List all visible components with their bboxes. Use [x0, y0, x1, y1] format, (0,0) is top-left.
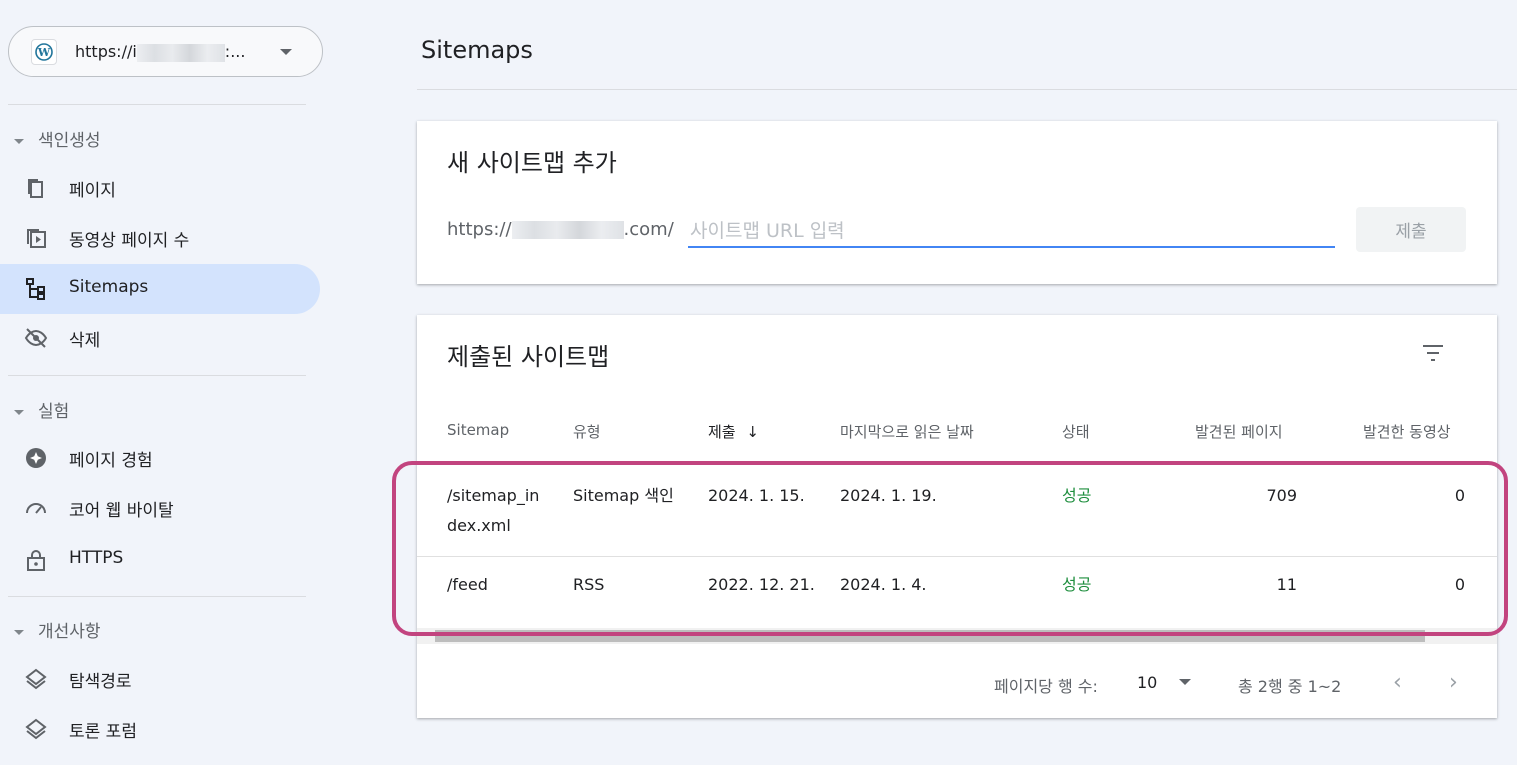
- sidebar-item-label: HTTPS: [69, 548, 124, 568]
- column-header-discovered-videos[interactable]: 발견한 동영상: [1363, 421, 1451, 442]
- sidebar-item-label: 동영상 페이지 수: [69, 231, 190, 251]
- sidebar-item-discussion-forum[interactable]: 토론 포럼: [0, 704, 320, 754]
- page-experience-icon: [26, 448, 46, 468]
- column-header-type[interactable]: 유형: [573, 421, 601, 442]
- layers-icon: [25, 668, 47, 690]
- sidebar-item-label: Sitemaps: [69, 277, 149, 297]
- scrollbar-thumb[interactable]: [435, 630, 1425, 642]
- cell-status: 성공: [1062, 486, 1092, 505]
- sidebar-item-video-pages[interactable]: 동영상 페이지 수: [0, 213, 320, 263]
- sidebar-item-core-web-vitals[interactable]: 코어 웹 바이탈: [0, 483, 320, 533]
- sidebar-item-label: 토론 포럼: [69, 722, 137, 742]
- cell-last-read: 2024. 1. 19.: [840, 486, 937, 505]
- cell-discovered-pages: 709: [1266, 486, 1297, 505]
- cell-submitted: 2022. 12. 21.: [708, 575, 815, 594]
- cell-last-read: 2024. 1. 4.: [840, 575, 927, 594]
- sidebar-item-page-experience[interactable]: 페이지 경험: [0, 433, 320, 483]
- divider: [8, 104, 306, 105]
- collapse-icon: [14, 629, 24, 635]
- divider: [8, 375, 306, 376]
- property-selector[interactable]: W https://i:...: [8, 26, 323, 77]
- svg-text:W: W: [37, 46, 51, 59]
- submitted-sitemaps-card: 제출된 사이트맵 Sitemap 유형 제출 ↓ 마지막으로 읽은 날짜 상태 …: [417, 315, 1497, 718]
- divider: [417, 89, 1517, 90]
- rows-per-page-label: 페이지당 행 수:: [994, 677, 1098, 696]
- cell-status: 성공: [1062, 575, 1092, 594]
- cell-type: RSS: [573, 575, 605, 594]
- add-sitemap-card: 새 사이트맵 추가 https://.com/ 제출: [417, 121, 1497, 284]
- collapse-icon: [14, 409, 24, 415]
- cell-submitted: 2024. 1. 15.: [708, 486, 805, 505]
- sort-arrow-icon: ↓: [746, 423, 759, 441]
- rows-per-page-select[interactable]: 10: [1137, 673, 1157, 692]
- filter-icon[interactable]: [1421, 343, 1445, 363]
- sidebar-item-label: 코어 웹 바이탈: [69, 501, 174, 521]
- cell-type: Sitemap 색인: [573, 486, 674, 505]
- page-title: Sitemaps: [421, 36, 533, 64]
- sidebar-item-sitemaps[interactable]: Sitemaps: [0, 264, 320, 314]
- column-header-sitemap[interactable]: Sitemap: [447, 421, 509, 439]
- cell-sitemap: /feed: [447, 575, 488, 594]
- prev-page-icon[interactable]: ‹: [1393, 670, 1402, 695]
- eye-off-icon: [24, 328, 48, 348]
- section-experience[interactable]: 실험: [14, 397, 69, 422]
- chevron-down-icon[interactable]: [280, 49, 292, 55]
- video-pages-icon: [27, 229, 46, 248]
- sitemap-url-prefix: https://.com/: [447, 219, 674, 240]
- submit-button[interactable]: 제출: [1356, 207, 1466, 252]
- sidebar-item-label: 탐색경로: [69, 672, 132, 692]
- divider: [8, 596, 306, 597]
- column-header-submitted[interactable]: 제출 ↓: [708, 421, 759, 442]
- gauge-icon: [26, 503, 46, 514]
- sidebar-item-removals[interactable]: 삭제: [0, 313, 320, 363]
- cell-discovered-videos: 0: [1454, 575, 1465, 594]
- next-page-icon[interactable]: ›: [1449, 670, 1458, 695]
- sitemap-icon: [26, 278, 45, 300]
- submitted-sitemaps-title: 제출된 사이트맵: [447, 343, 610, 371]
- column-header-discovered-pages[interactable]: 발견된 페이지: [1195, 421, 1283, 442]
- sidebar-item-breadcrumbs[interactable]: 탐색경로: [0, 654, 320, 704]
- column-header-last-read[interactable]: 마지막으로 읽은 날짜: [840, 421, 974, 442]
- pagination-range: 총 2행 중 1~2: [1238, 677, 1342, 696]
- layers-icon: [25, 718, 47, 740]
- section-enhancements[interactable]: 개선사항: [14, 617, 101, 642]
- property-url: https://i:...: [75, 42, 246, 62]
- sidebar-item-https[interactable]: HTTPS: [0, 535, 320, 585]
- cell-sitemap: /sitemap_in dex.xml: [447, 486, 540, 535]
- section-indexing[interactable]: 색인생성: [14, 126, 101, 151]
- add-sitemap-title: 새 사이트맵 추가: [447, 149, 617, 177]
- sidebar-item-label: 삭제: [69, 331, 101, 351]
- column-header-status[interactable]: 상태: [1062, 421, 1090, 442]
- wordpress-icon: W: [31, 39, 57, 65]
- chevron-down-icon[interactable]: [1179, 679, 1191, 685]
- sidebar-item-label: 페이지 경험: [69, 451, 153, 471]
- sidebar: W https://i:... 색인생성 페이지 동영상 페이지 수 Sitem…: [0, 0, 340, 765]
- cell-discovered-pages: 11: [1276, 575, 1297, 594]
- collapse-icon: [14, 138, 24, 144]
- sitemap-url-input[interactable]: [688, 216, 1335, 248]
- lock-icon: [27, 550, 45, 571]
- sidebar-item-label: 페이지: [69, 181, 116, 201]
- cell-discovered-videos: 0: [1454, 486, 1465, 505]
- sidebar-item-pages[interactable]: 페이지: [0, 163, 320, 213]
- pages-icon: [28, 179, 43, 198]
- divider: [417, 556, 1497, 557]
